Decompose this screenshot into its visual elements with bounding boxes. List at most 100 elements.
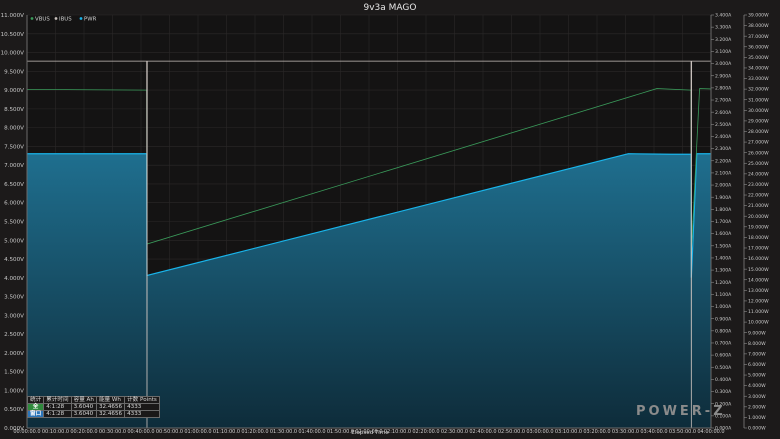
middle-tick-label: 1.800A bbox=[715, 207, 732, 213]
middle-tick-label: 3.000A bbox=[715, 61, 732, 67]
right-tick-label: 6.000W bbox=[748, 362, 766, 368]
middle-tick-label: 2.800A bbox=[715, 85, 732, 91]
stats-header: 容量 Ah bbox=[70, 396, 97, 404]
stats-cell: 3.6040 bbox=[70, 410, 97, 418]
x-tick-label: 01:50:00.0 bbox=[327, 429, 354, 435]
x-tick-label: 02:20:00.0 bbox=[412, 429, 439, 435]
middle-tick-label: 2.500A bbox=[715, 122, 732, 128]
right-tick-label: 13.000W bbox=[748, 288, 769, 294]
x-tick-label: 00:00:00.0 bbox=[13, 429, 40, 435]
right-tick-label: 21.000W bbox=[748, 203, 769, 209]
stats-row-all: 全 4:1:28 3.6040 32.4656 4333 bbox=[26, 403, 160, 411]
x-tick-label: 03:20:00.0 bbox=[583, 429, 610, 435]
stats-tag-window[interactable]: 窗口 bbox=[26, 410, 45, 418]
right-tick-label: 15.000W bbox=[748, 267, 769, 273]
right-tick-label: 19.000W bbox=[748, 224, 769, 230]
left-tick-label: 10.000V bbox=[1, 51, 25, 57]
middle-tick-label: 1.300A bbox=[715, 268, 732, 274]
middle-tick-label: 2.200A bbox=[715, 158, 732, 164]
right-tick-label: 16.000W bbox=[748, 256, 769, 262]
stats-header: 能量 Wh bbox=[95, 396, 126, 404]
legend: VBUS IBUS PWR bbox=[30, 17, 97, 23]
stats-cell: 4333 bbox=[124, 410, 160, 418]
right-tick-label: 24.000W bbox=[748, 171, 769, 177]
stats-cell: 4333 bbox=[124, 403, 160, 411]
stats-header: 统计 bbox=[26, 396, 45, 404]
right-tick-label: 5.000W bbox=[748, 373, 766, 379]
middle-tick-label: 1.700A bbox=[715, 219, 732, 225]
middle-tick-label: 1.000A bbox=[715, 304, 732, 310]
middle-tick-label: 2.600A bbox=[715, 110, 732, 116]
middle-tick-label: 2.400A bbox=[715, 134, 732, 140]
stats-header-row: 统计 累计时间 容量 Ah 能量 Wh 计数 Points bbox=[26, 396, 160, 404]
middle-tick-label: 2.000A bbox=[715, 183, 732, 189]
right-tick-label: 22.000W bbox=[748, 193, 769, 199]
right-tick-label: 36.000W bbox=[748, 44, 769, 50]
right-tick-label: 34.000W bbox=[748, 66, 769, 72]
legend-dot-icon bbox=[30, 17, 34, 20]
left-tick-label: 10.500V bbox=[1, 32, 25, 38]
right-tick-label: 0.000W bbox=[748, 426, 766, 432]
right-tick-label: 27.000W bbox=[748, 140, 769, 146]
stats-cell: 3.6040 bbox=[70, 403, 97, 411]
x-tick-label: 00:30:00.0 bbox=[99, 429, 126, 435]
right-tick-label: 1.000W bbox=[748, 415, 766, 421]
middle-tick-label: 0.700A bbox=[715, 341, 732, 347]
x-tick-label: 03:50:00.0 bbox=[669, 429, 696, 435]
x-tick-label: 01:10:00.0 bbox=[213, 429, 240, 435]
right-tick-label: 14.000W bbox=[748, 277, 769, 283]
x-tick-label: 00:40:00.0 bbox=[127, 429, 154, 435]
legend-label: PWR bbox=[84, 17, 97, 23]
right-tick-label: 9.000W bbox=[748, 330, 766, 336]
legend-dot-icon bbox=[54, 17, 58, 20]
middle-tick-label: 1.500A bbox=[715, 243, 732, 249]
middle-tick-label: 1.200A bbox=[715, 280, 732, 286]
middle-tick-label: 1.100A bbox=[715, 292, 732, 298]
right-tick-label: 23.000W bbox=[748, 182, 769, 188]
middle-tick-label: 0.400A bbox=[715, 377, 732, 383]
stats-row-window: 窗口 4:1:28 3.6040 32.4656 4333 bbox=[26, 410, 160, 418]
middle-tick-label: 0.600A bbox=[715, 353, 732, 359]
middle-tick-label: 0.300A bbox=[715, 389, 732, 395]
x-tick-label: 01:40:00.0 bbox=[298, 429, 325, 435]
power-chart: 0.000V0.500V1.000V1.500V2.000V2.500V3.00… bbox=[0, 0, 780, 439]
right-tick-label: 8.000W bbox=[748, 341, 766, 347]
left-tick-label: 1.000V bbox=[4, 388, 24, 394]
x-tick-label: 03:00:00.0 bbox=[526, 429, 553, 435]
right-tick-label: 30.000W bbox=[748, 108, 769, 114]
right-tick-label: 18.000W bbox=[748, 235, 769, 241]
x-tick-label: 03:30:00.0 bbox=[612, 429, 639, 435]
legend-label: IBUS bbox=[59, 17, 72, 23]
x-tick-label: 00:10:00.0 bbox=[42, 429, 69, 435]
middle-tick-label: 3.200A bbox=[715, 37, 732, 43]
right-tick-label: 37.000W bbox=[748, 34, 769, 40]
right-tick-label: 25.000W bbox=[748, 161, 769, 167]
legend-dot-icon bbox=[79, 17, 83, 20]
right-tick-label: 12.000W bbox=[748, 299, 769, 305]
right-tick-label: 32.000W bbox=[748, 87, 769, 93]
right-tick-label: 7.000W bbox=[748, 351, 766, 357]
x-tick-label: 01:30:00.0 bbox=[270, 429, 297, 435]
x-tick-label: 03:10:00.0 bbox=[555, 429, 582, 435]
right-tick-label: 33.000W bbox=[748, 76, 769, 82]
left-tick-label: 9.500V bbox=[4, 69, 24, 75]
stats-header: 累计时间 bbox=[43, 396, 72, 404]
middle-tick-label: 1.400A bbox=[715, 256, 732, 262]
right-tick-label: 4.000W bbox=[748, 383, 766, 389]
middle-tick-label: 2.100A bbox=[715, 171, 732, 177]
right-tick-label: 31.000W bbox=[748, 97, 769, 103]
stats-tag-all[interactable]: 全 bbox=[26, 403, 45, 411]
middle-axis-ticks: 0.000A0.100A0.200A0.300A0.400A0.500A0.60… bbox=[711, 13, 732, 432]
right-tick-label: 28.000W bbox=[748, 129, 769, 135]
right-tick-label: 35.000W bbox=[748, 55, 769, 61]
left-tick-label: 9.000V bbox=[4, 88, 24, 94]
legend-label: VBUS bbox=[35, 17, 50, 23]
middle-tick-label: 2.900A bbox=[715, 73, 732, 79]
left-tick-label: 4.000V bbox=[4, 276, 24, 282]
right-tick-label: 11.000W bbox=[748, 309, 769, 315]
right-tick-label: 29.000W bbox=[748, 118, 769, 124]
left-tick-label: 5.500V bbox=[4, 220, 24, 226]
left-tick-label: 3.500V bbox=[4, 295, 24, 301]
stats-table: 统计 累计时间 容量 Ah 能量 Wh 计数 Points 全 4:1:28 3… bbox=[26, 396, 160, 418]
x-tick-label: 01:00:00.0 bbox=[184, 429, 211, 435]
